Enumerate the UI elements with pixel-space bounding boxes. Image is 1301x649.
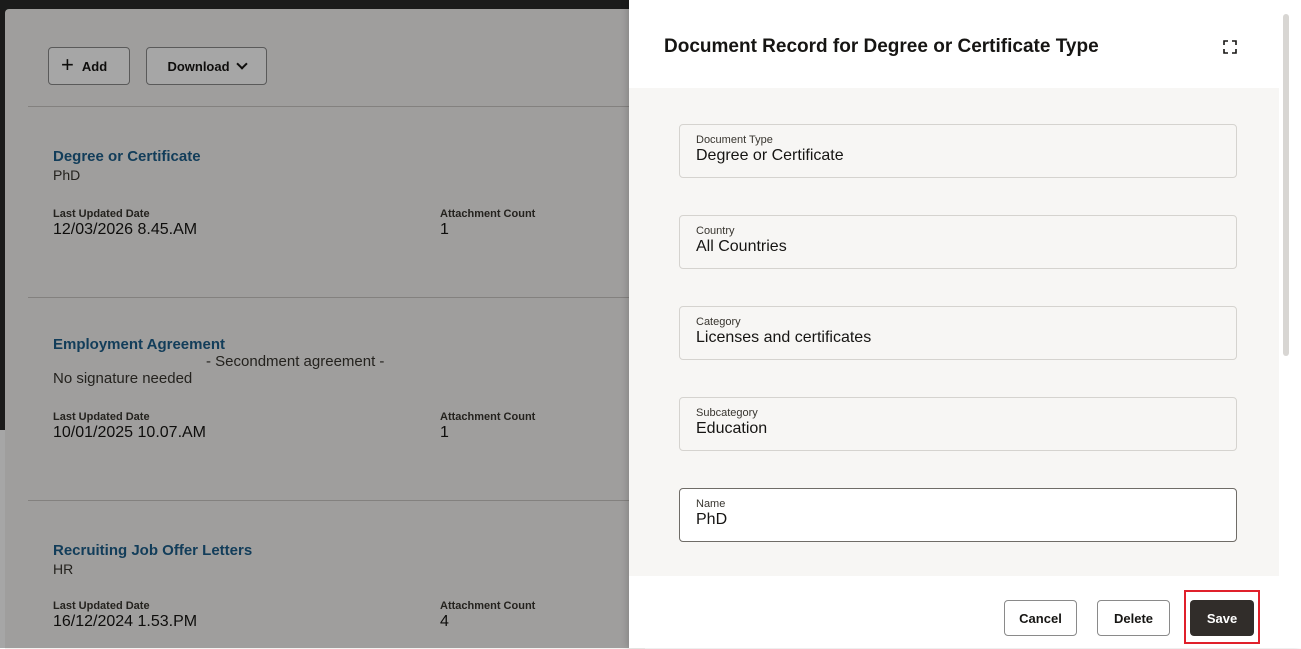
field-label: Name [696, 498, 726, 510]
field-value: All Countries [696, 238, 787, 255]
field-value: Degree or Certificate [696, 147, 844, 164]
field-value: Education [696, 420, 768, 437]
country-field: Country All Countries [679, 215, 1237, 269]
field-label: Country [696, 225, 735, 237]
drawer-header: Document Record for Degree or Certificat… [629, 0, 1301, 88]
drawer-body: Document Type Degree or Certificate Coun… [629, 88, 1279, 576]
subcategory-field: Subcategory Education [679, 397, 1237, 451]
drawer-title: Document Record for Degree or Certificat… [664, 36, 1099, 57]
field-label: Subcategory [696, 407, 758, 419]
field-label: Category [696, 316, 741, 328]
field-label: Document Type [696, 134, 773, 146]
category-field: Category Licenses and certificates [679, 306, 1237, 360]
document-type-field: Document Type Degree or Certificate [679, 124, 1237, 178]
delete-button[interactable]: Delete [1097, 600, 1170, 636]
field-value: Licenses and certificates [696, 329, 872, 346]
drawer-footer: Cancel Delete Save [629, 576, 1279, 648]
document-record-drawer: Document Record for Degree or Certificat… [629, 0, 1301, 648]
expand-icon[interactable] [1223, 40, 1237, 54]
name-input[interactable]: Name PhD [679, 488, 1237, 542]
save-button[interactable]: Save [1190, 600, 1254, 636]
modal-overlay[interactable] [0, 0, 629, 648]
cancel-button[interactable]: Cancel [1004, 600, 1077, 636]
scrollbar-thumb[interactable] [1283, 14, 1289, 356]
field-value[interactable]: PhD [696, 511, 1220, 529]
